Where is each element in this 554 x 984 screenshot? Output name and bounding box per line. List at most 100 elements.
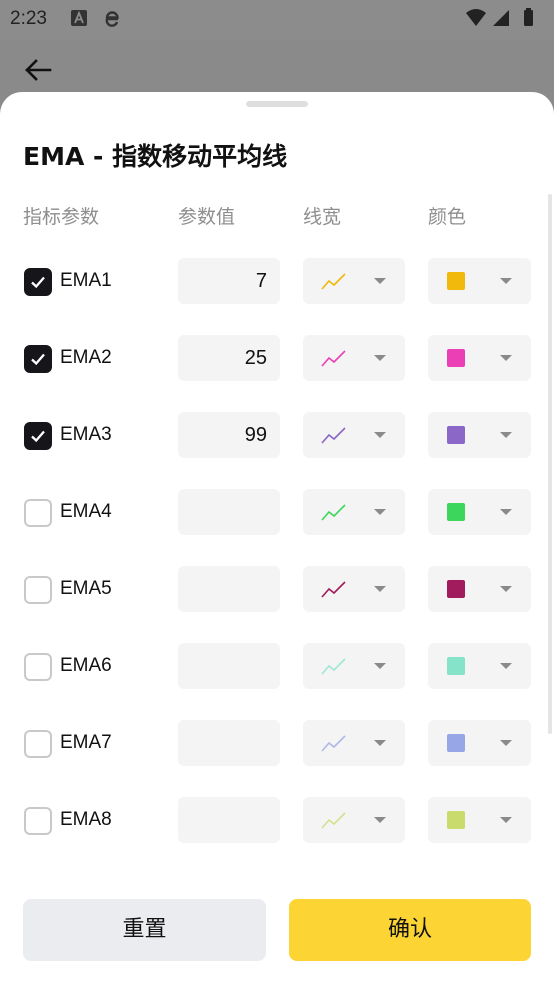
color-select[interactable] <box>428 720 531 766</box>
ema-checkbox[interactable] <box>24 345 52 373</box>
line-width-select[interactable] <box>303 412 405 458</box>
color-select[interactable] <box>428 335 531 381</box>
line-width-select[interactable] <box>303 643 405 689</box>
line-width-select[interactable] <box>303 566 405 612</box>
line-chart-icon <box>321 427 346 444</box>
color-select[interactable] <box>428 258 531 304</box>
ema-label: EMA4 <box>60 501 112 522</box>
arrow-left-icon[interactable] <box>22 56 54 84</box>
ema-checkbox[interactable] <box>24 422 52 450</box>
ema-checkbox[interactable] <box>24 730 52 758</box>
indicator-row: EMA2 25 <box>0 335 554 381</box>
line-chart-icon <box>321 812 346 829</box>
indicator-row: EMA5 <box>0 566 554 612</box>
param-value-input[interactable] <box>178 489 280 535</box>
status-bar: 2:23 <box>0 0 554 40</box>
param-value-input[interactable] <box>178 643 280 689</box>
line-width-select[interactable] <box>303 720 405 766</box>
line-width-select[interactable] <box>303 258 405 304</box>
line-width-select[interactable] <box>303 335 405 381</box>
ema-label: EMA8 <box>60 809 112 830</box>
caret-down-icon <box>374 432 386 438</box>
check-icon <box>31 353 45 366</box>
line-chart-icon <box>321 504 346 521</box>
color-swatch <box>447 734 465 752</box>
color-select[interactable] <box>428 797 531 843</box>
line-width-select[interactable] <box>303 797 405 843</box>
sheet-title: EMA - 指数移动平均线 <box>23 142 288 171</box>
indicator-row: EMA1 7 <box>0 258 554 304</box>
color-select[interactable] <box>428 566 531 612</box>
color-select[interactable] <box>428 412 531 458</box>
header-value: 参数值 <box>178 206 236 228</box>
header-color: 颜色 <box>428 206 467 228</box>
ema-label: EMA2 <box>60 347 112 368</box>
confirm-button[interactable]: 确认 <box>289 899 531 961</box>
param-value-input[interactable]: 99 <box>178 412 280 458</box>
ema-label: EMA6 <box>60 655 112 676</box>
top-bar <box>0 40 554 95</box>
caret-down-icon <box>500 432 512 438</box>
caret-down-icon <box>500 663 512 669</box>
font-app-icon <box>71 10 87 26</box>
signal-icon <box>493 10 509 26</box>
ema-label: EMA3 <box>60 424 112 445</box>
indicator-row: EMA7 <box>0 720 554 766</box>
ema-checkbox[interactable] <box>24 499 52 527</box>
color-swatch <box>447 426 465 444</box>
color-select[interactable] <box>428 643 531 689</box>
ema-checkbox[interactable] <box>24 576 52 604</box>
battery-icon <box>524 10 533 26</box>
browser-app-icon <box>105 11 119 27</box>
caret-down-icon <box>374 355 386 361</box>
header-line-width: 线宽 <box>303 206 342 228</box>
ema-checkbox[interactable] <box>24 268 52 296</box>
drag-handle[interactable] <box>246 101 308 107</box>
color-swatch <box>447 811 465 829</box>
reset-button[interactable]: 重置 <box>23 899 266 961</box>
ema-label: EMA7 <box>60 732 112 753</box>
caret-down-icon <box>374 663 386 669</box>
caret-down-icon <box>374 509 386 515</box>
caret-down-icon <box>500 817 512 823</box>
param-value-input[interactable]: 25 <box>178 335 280 381</box>
indicator-row: EMA3 99 <box>0 412 554 458</box>
color-swatch <box>447 580 465 598</box>
header-param: 指标参数 <box>23 206 100 228</box>
line-chart-icon <box>321 350 346 367</box>
caret-down-icon <box>374 278 386 284</box>
caret-down-icon <box>500 355 512 361</box>
indicator-row: EMA6 <box>0 643 554 689</box>
wifi-icon <box>466 9 486 26</box>
ema-checkbox[interactable] <box>24 807 52 835</box>
caret-down-icon <box>374 586 386 592</box>
column-headers: 指标参数 参数值 线宽 颜色 <box>0 202 554 234</box>
caret-down-icon <box>500 278 512 284</box>
param-value-input[interactable] <box>178 797 280 843</box>
system-status-icons <box>466 8 533 26</box>
check-icon <box>31 430 45 443</box>
param-value-input[interactable]: 7 <box>178 258 280 304</box>
caret-down-icon <box>374 740 386 746</box>
color-swatch <box>447 272 465 290</box>
color-swatch <box>447 657 465 675</box>
line-chart-icon <box>321 658 346 675</box>
indicator-row: EMA8 <box>0 797 554 843</box>
caret-down-icon <box>500 740 512 746</box>
indicator-row: EMA4 <box>0 489 554 535</box>
ema-label: EMA1 <box>60 270 112 291</box>
color-swatch <box>447 503 465 521</box>
param-value-input[interactable] <box>178 566 280 612</box>
line-chart-icon <box>321 581 346 598</box>
line-chart-icon <box>321 735 346 752</box>
line-chart-icon <box>321 273 346 290</box>
check-icon <box>31 276 45 289</box>
ema-label: EMA5 <box>60 578 112 599</box>
status-time: 2:23 <box>10 8 47 29</box>
ema-checkbox[interactable] <box>24 653 52 681</box>
caret-down-icon <box>500 586 512 592</box>
line-width-select[interactable] <box>303 489 405 535</box>
param-value-input[interactable] <box>178 720 280 766</box>
caret-down-icon <box>500 509 512 515</box>
color-select[interactable] <box>428 489 531 535</box>
